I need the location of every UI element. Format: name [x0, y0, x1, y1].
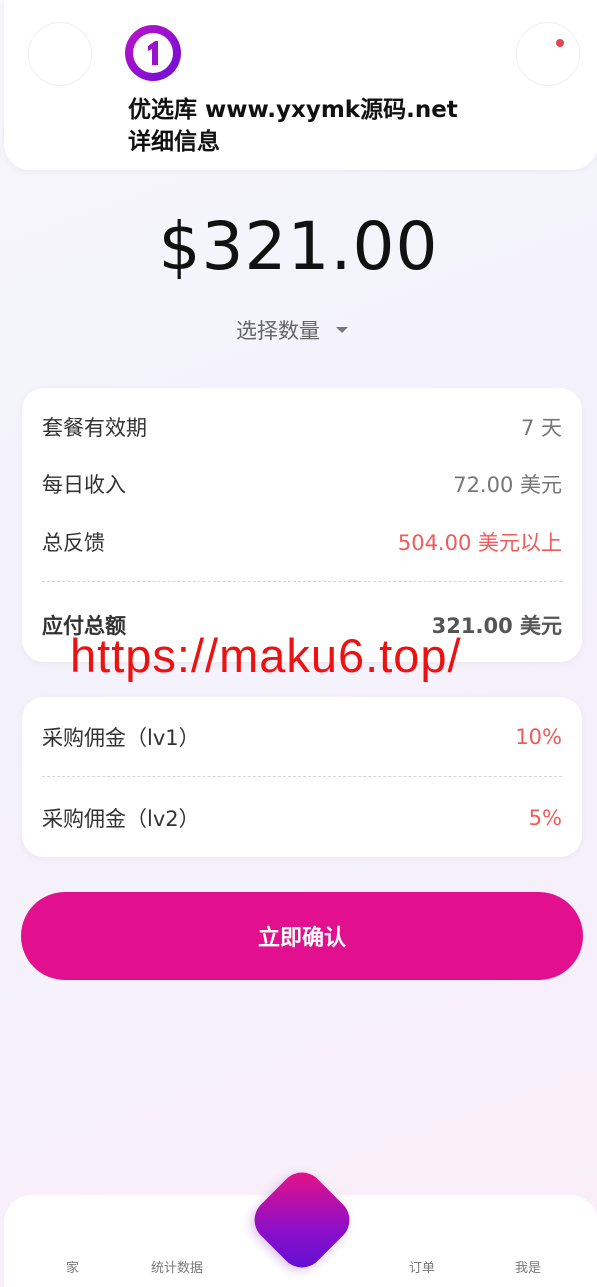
- notification-dot: [556, 39, 564, 47]
- detail-value: 72.00 美元: [453, 473, 562, 497]
- detail-label: 套餐有效期: [42, 416, 147, 440]
- detail-row-validity: 套餐有效期 7 天: [42, 410, 562, 444]
- nav-item-statistics[interactable]: 统计数据: [151, 1257, 203, 1276]
- commission-row-lv2: 采购佣金（lv2） 5%: [42, 801, 562, 835]
- header: 优选库 www.yxymk源码.net 详细信息: [4, 0, 597, 170]
- commission-value: 5%: [528, 806, 562, 830]
- detail-value: 504.00 美元以上: [397, 531, 562, 555]
- commission-label: 采购佣金（lv1）: [42, 726, 200, 750]
- watermark-text: https://maku6.top/: [70, 629, 462, 682]
- nav-item-profile[interactable]: 我是: [515, 1257, 541, 1276]
- price-amount: $321.00: [158, 208, 439, 285]
- commission-label: 采购佣金（lv2）: [42, 807, 200, 831]
- commission-value: 10%: [515, 725, 562, 749]
- detail-row-daily-income: 每日收入 72.00 美元: [42, 467, 562, 501]
- site-name: 优选库 www.yxymk源码.net: [128, 97, 458, 123]
- notification-button[interactable]: [516, 22, 580, 86]
- divider: [42, 581, 562, 582]
- commission-row-lv1: 采购佣金（lv1） 10%: [42, 720, 562, 754]
- app-logo-icon: [125, 25, 181, 81]
- detail-label: 总反馈: [42, 531, 105, 555]
- plan-details-card: 套餐有效期 7 天 每日收入 72.00 美元 总反馈 504.00 美元以上 …: [22, 388, 582, 662]
- detail-label: 每日收入: [42, 473, 126, 497]
- quantity-label: 选择数量: [236, 319, 320, 343]
- back-button[interactable]: [28, 22, 92, 86]
- detail-value: 7 天: [520, 416, 562, 440]
- nav-item-home[interactable]: 家: [66, 1257, 79, 1276]
- confirm-button[interactable]: 立即确认: [21, 892, 583, 980]
- detail-row-total-return: 总反馈 504.00 美元以上: [42, 525, 562, 559]
- quantity-dropdown[interactable]: 选择数量: [236, 315, 348, 345]
- divider: [42, 776, 562, 777]
- page-title: 详细信息: [128, 129, 220, 155]
- nav-item-orders[interactable]: 订单: [409, 1257, 435, 1276]
- commission-card: 采购佣金（lv1） 10% 采购佣金（lv2） 5%: [22, 697, 582, 857]
- caret-down-icon: [336, 327, 348, 333]
